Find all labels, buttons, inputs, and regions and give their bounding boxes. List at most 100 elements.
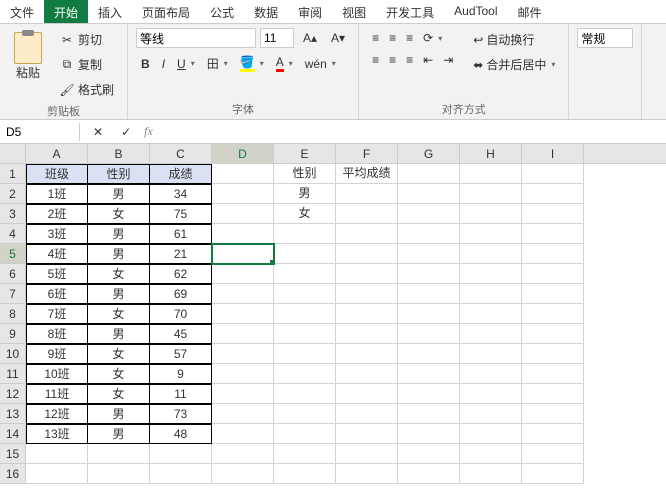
cell-A15[interactable] [26,444,88,464]
cell-B14[interactable]: 男 [88,424,150,444]
cell-F13[interactable] [336,404,398,424]
indent-increase-button[interactable]: ⇥ [438,50,458,70]
cell-I12[interactable] [522,384,584,404]
paste-button[interactable]: 粘贴 [8,28,48,85]
cell-I11[interactable] [522,364,584,384]
cell-G3[interactable] [398,204,460,224]
cell-D11[interactable] [212,364,274,384]
row-header-12[interactable]: 12 [0,384,25,404]
menu-tab-视图[interactable]: 视图 [332,0,376,23]
cell-H9[interactable] [460,324,522,344]
cell-F5[interactable] [336,244,398,264]
cell-B9[interactable]: 男 [88,324,150,344]
cell-E16[interactable] [274,464,336,484]
cell-B7[interactable]: 男 [88,284,150,304]
cell-H11[interactable] [460,364,522,384]
fx-icon[interactable]: fx [144,124,153,139]
cell-E5[interactable] [274,244,336,264]
cell-I9[interactable] [522,324,584,344]
cell-C3[interactable]: 75 [150,204,212,224]
cell-C6[interactable]: 62 [150,264,212,284]
cell-C13[interactable]: 73 [150,404,212,424]
column-header-D[interactable]: D [212,144,274,163]
cell-I6[interactable] [522,264,584,284]
cell-D14[interactable] [212,424,274,444]
menu-tab-邮件[interactable]: 邮件 [508,0,552,23]
cell-F6[interactable] [336,264,398,284]
cell-G13[interactable] [398,404,460,424]
cell-H5[interactable] [460,244,522,264]
italic-button[interactable]: I [157,52,170,75]
cell-C8[interactable]: 70 [150,304,212,324]
cell-E4[interactable] [274,224,336,244]
menu-tab-数据[interactable]: 数据 [244,0,288,23]
cell-E13[interactable] [274,404,336,424]
cell-A10[interactable]: 9班 [26,344,88,364]
cell-B5[interactable]: 男 [88,244,150,264]
cell-E8[interactable] [274,304,336,324]
column-header-B[interactable]: B [88,144,150,163]
cell-A6[interactable]: 5班 [26,264,88,284]
underline-button[interactable]: U▾ [172,52,200,75]
fill-color-button[interactable]: 🪣▾ [235,52,269,75]
row-header-9[interactable]: 9 [0,324,25,344]
cell-D7[interactable] [212,284,274,304]
row-header-15[interactable]: 15 [0,444,25,464]
cell-H13[interactable] [460,404,522,424]
row-header-11[interactable]: 11 [0,364,25,384]
number-format-select[interactable] [577,28,633,48]
cell-F15[interactable] [336,444,398,464]
cell-F7[interactable] [336,284,398,304]
cell-B15[interactable] [88,444,150,464]
formula-input[interactable] [161,122,666,141]
row-header-3[interactable]: 3 [0,204,25,224]
cell-F9[interactable] [336,324,398,344]
cell-A9[interactable]: 8班 [26,324,88,344]
cell-B12[interactable]: 女 [88,384,150,404]
increase-font-button[interactable]: A▴ [298,28,322,48]
cell-F4[interactable] [336,224,398,244]
cell-G5[interactable] [398,244,460,264]
cell-D15[interactable] [212,444,274,464]
cell-B13[interactable]: 男 [88,404,150,424]
copy-button[interactable]: ⧉复制 [54,53,119,76]
cell-D16[interactable] [212,464,274,484]
cell-D10[interactable] [212,344,274,364]
orientation-button[interactable]: ⟳▾ [418,28,447,48]
cell-G1[interactable] [398,164,460,184]
cell-B16[interactable] [88,464,150,484]
cell-A7[interactable]: 6班 [26,284,88,304]
cell-G11[interactable] [398,364,460,384]
cell-E6[interactable] [274,264,336,284]
align-middle-button[interactable]: ≡ [384,28,401,48]
cell-H7[interactable] [460,284,522,304]
cell-F11[interactable] [336,364,398,384]
cell-E15[interactable] [274,444,336,464]
cell-G7[interactable] [398,284,460,304]
row-header-2[interactable]: 2 [0,184,25,204]
cell-B10[interactable]: 女 [88,344,150,364]
cell-B11[interactable]: 女 [88,364,150,384]
row-header-10[interactable]: 10 [0,344,25,364]
decrease-font-button[interactable]: A▾ [326,28,350,48]
menu-tab-AudTool[interactable]: AudTool [444,0,507,23]
cell-H1[interactable] [460,164,522,184]
cell-C12[interactable]: 11 [150,384,212,404]
cell-B1[interactable]: 性别 [88,164,150,184]
column-header-C[interactable]: C [150,144,212,163]
cell-D4[interactable] [212,224,274,244]
cell-G6[interactable] [398,264,460,284]
row-header-16[interactable]: 16 [0,464,25,484]
font-color-button[interactable]: A▾ [271,52,298,75]
cancel-formula-button[interactable]: ✕ [88,122,108,142]
cell-H16[interactable] [460,464,522,484]
cell-G9[interactable] [398,324,460,344]
cell-D5[interactable] [212,244,274,264]
wrap-text-button[interactable]: ↩自动换行 [468,28,560,51]
menu-tab-开发工具[interactable]: 开发工具 [376,0,444,23]
cell-H12[interactable] [460,384,522,404]
font-size-select[interactable] [260,28,294,48]
indent-decrease-button[interactable]: ⇤ [418,50,438,70]
menu-tab-页面布局[interactable]: 页面布局 [132,0,200,23]
cell-A1[interactable]: 班级 [26,164,88,184]
